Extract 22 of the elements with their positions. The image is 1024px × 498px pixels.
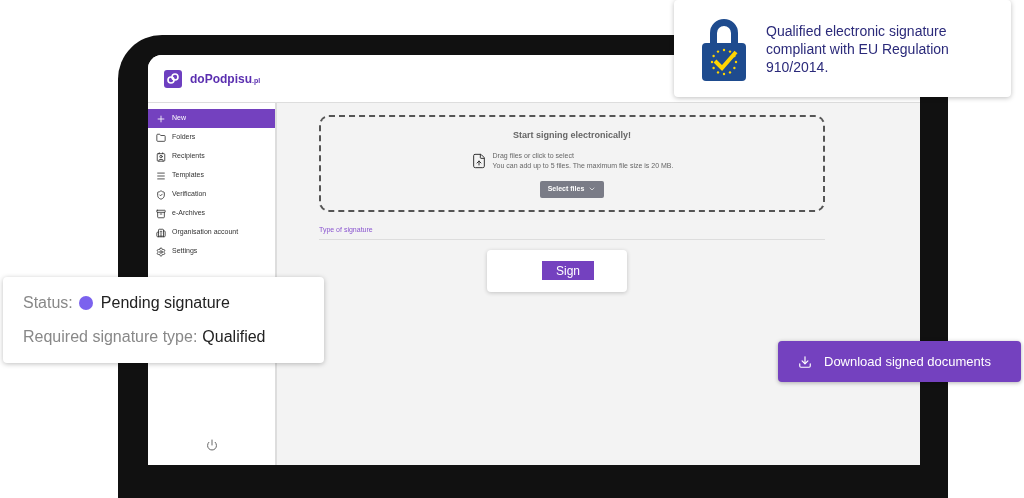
building-icon [156,227,166,238]
plus-icon [156,113,166,124]
power-icon[interactable] [205,439,218,451]
drop-zone-title: Start signing electronically! [513,129,631,142]
signature-type-label: Required signature type: [23,327,198,347]
download-button[interactable]: Download signed documents [778,341,1021,382]
folder-icon [156,132,166,143]
padlock-icon [702,16,746,81]
file-upload-icon [470,152,487,169]
settings-icon [156,246,166,257]
download-icon [798,354,812,369]
archive-icon [156,208,166,219]
chevron-down-icon [588,185,597,193]
signature-type-value: Qualified [202,327,266,347]
logo-icon [164,69,182,88]
sign-button[interactable]: Sign [542,261,594,280]
contact-card-icon [156,151,166,162]
list-icon [156,170,166,181]
status-value: Pending signature [100,293,230,313]
eu-compliance-text: Qualified electronic signature compliant with EU Regulation 910/2014. [766,21,950,76]
status-label: Status: [23,293,73,313]
shield-check-icon [156,189,166,200]
